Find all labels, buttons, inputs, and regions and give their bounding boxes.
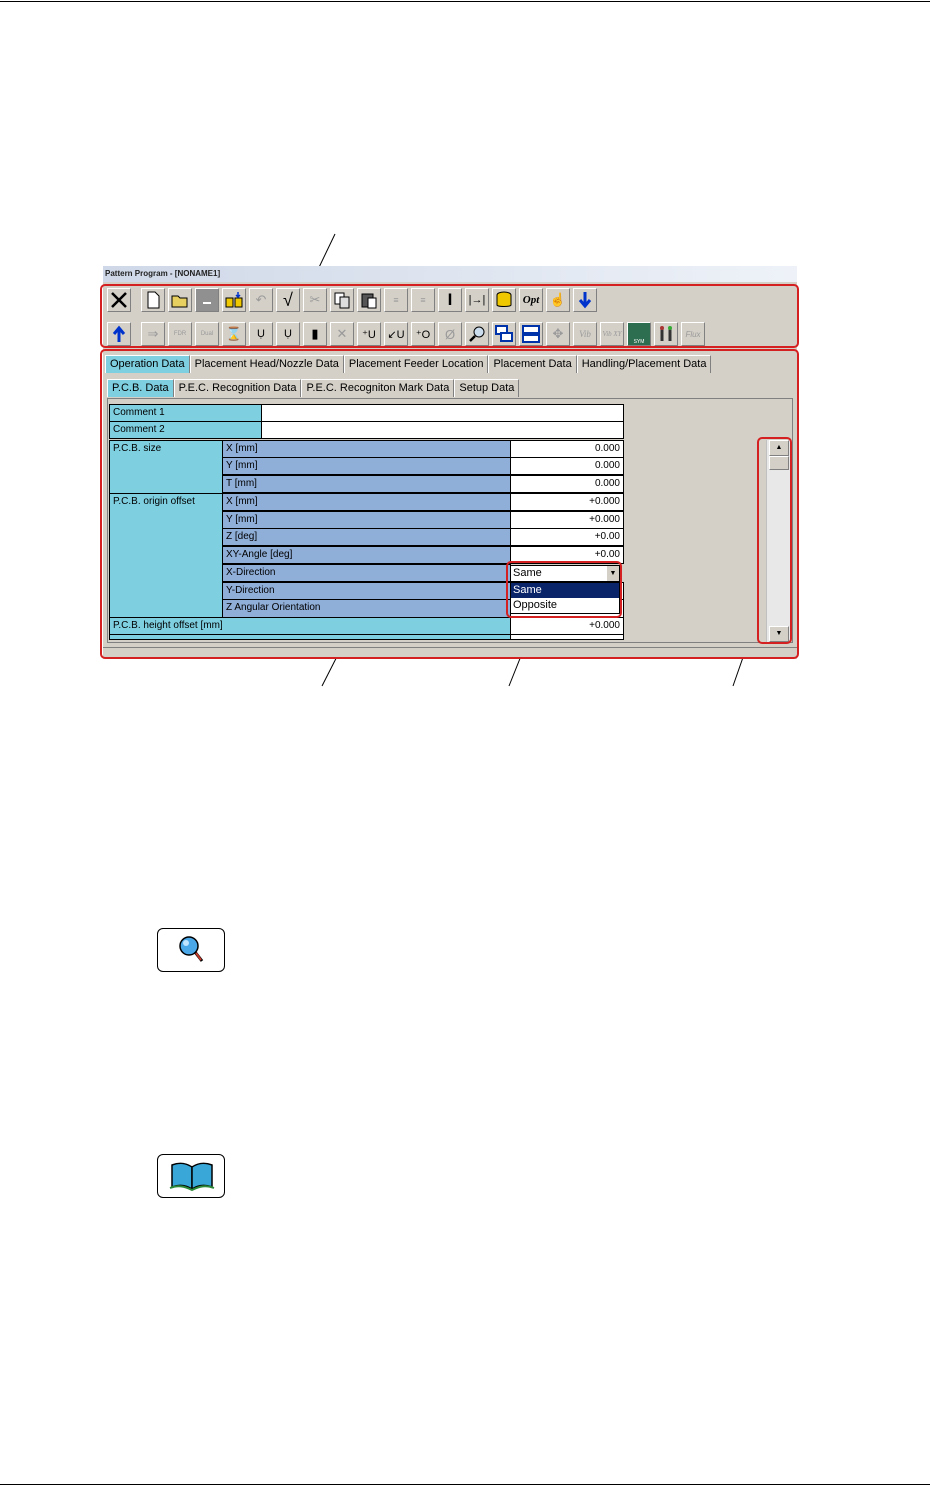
magnifier-note-icon	[157, 928, 225, 972]
toolbar-highlight	[100, 284, 799, 348]
book-icon	[157, 1154, 225, 1198]
dropdown-highlight	[506, 561, 622, 618]
scrollbar-highlight	[757, 437, 792, 644]
window-title: Pattern Program - [NONAME1]	[103, 266, 797, 282]
content-highlight	[100, 349, 799, 659]
bottom-rule	[0, 1484, 930, 1485]
